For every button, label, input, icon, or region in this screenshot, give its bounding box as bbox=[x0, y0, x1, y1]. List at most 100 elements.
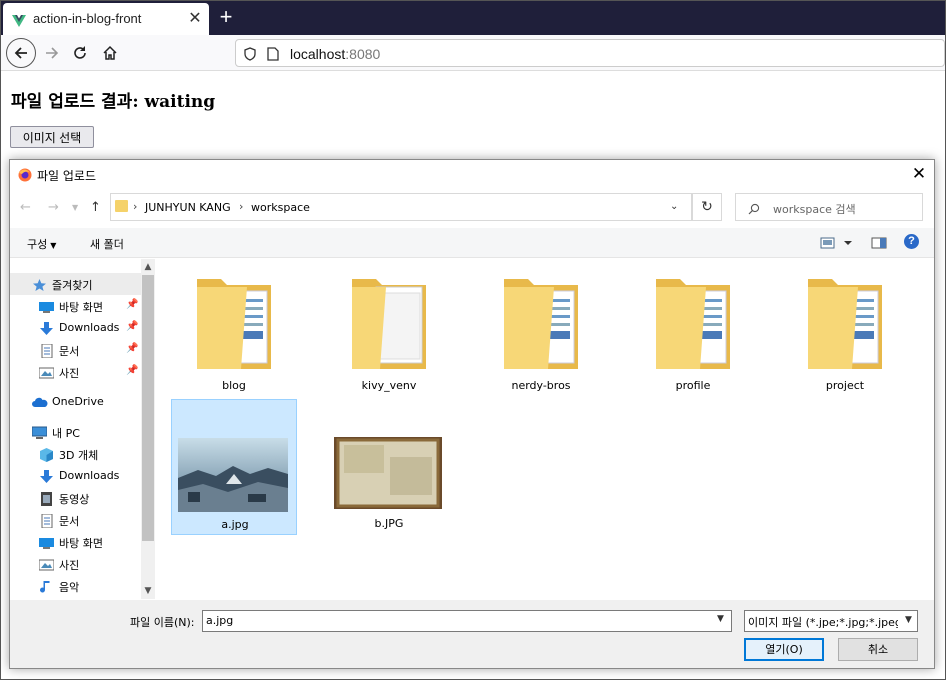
reload-button[interactable] bbox=[65, 38, 95, 68]
document-icon bbox=[39, 343, 54, 359]
search-box[interactable]: workspace 검색 bbox=[735, 193, 923, 221]
shield-icon[interactable] bbox=[244, 46, 256, 65]
folder-item-profile[interactable]: profile bbox=[630, 265, 756, 401]
tab-title: action-in-blog-front bbox=[33, 11, 142, 26]
dialog-title: 파일 업로드 bbox=[37, 169, 97, 183]
cube-icon bbox=[39, 447, 54, 462]
picture-icon bbox=[38, 365, 55, 379]
search-placeholder: workspace 검색 bbox=[773, 203, 856, 216]
nav-item-3d-objects[interactable]: 3D 개체 bbox=[10, 443, 141, 465]
folder-item-nerdy-bros[interactable]: nerdy-bros bbox=[478, 265, 604, 401]
nav-label: 음악 bbox=[59, 581, 80, 594]
recent-locations-icon[interactable]: ▼ bbox=[72, 203, 78, 212]
file-name: kivy_venv bbox=[361, 379, 417, 392]
chevron-down-icon[interactable]: ⌄ bbox=[670, 201, 678, 212]
nav-item-this-pc[interactable]: 내 PC bbox=[10, 421, 141, 443]
folder-icon bbox=[115, 200, 128, 212]
preview-pane-icon[interactable] bbox=[871, 235, 887, 254]
scroll-up-icon[interactable]: ▲ bbox=[141, 259, 155, 275]
scroll-down-icon[interactable]: ▼ bbox=[141, 583, 155, 599]
nav-label: 바탕 화면 bbox=[59, 537, 103, 550]
home-button[interactable] bbox=[95, 38, 125, 68]
folder-icon bbox=[350, 273, 430, 377]
nav-item-pictures[interactable]: 사진 📌 bbox=[10, 361, 141, 383]
nav-item-desktop-pc[interactable]: 바탕 화면 bbox=[10, 531, 141, 553]
nav-item-pictures-pc[interactable]: 사진 bbox=[10, 553, 141, 575]
url-text: localhost:8080 bbox=[290, 46, 381, 62]
file-item-a-jpg[interactable]: a.jpg bbox=[171, 399, 297, 535]
back-arrow-icon[interactable]: ← bbox=[20, 200, 31, 215]
view-options-icon[interactable] bbox=[820, 235, 854, 254]
nav-item-downloads-pc[interactable]: Downloads bbox=[10, 465, 141, 487]
scroll-thumb[interactable] bbox=[142, 275, 154, 541]
nav-item-music[interactable]: 음악 bbox=[10, 575, 141, 597]
dialog-close-icon[interactable]: ✕ bbox=[908, 163, 930, 185]
tab-close-icon[interactable]: ✕ bbox=[186, 9, 204, 27]
nav-item-videos[interactable]: 동영상 bbox=[10, 487, 141, 509]
file-name: a.jpg bbox=[221, 518, 249, 531]
nav-label: 문서 bbox=[59, 515, 80, 528]
new-tab-button[interactable]: + bbox=[213, 5, 239, 31]
picture-icon bbox=[38, 557, 55, 571]
folder-item-kivy-venv[interactable]: kivy_venv bbox=[326, 265, 452, 401]
file-item-b-jpg[interactable]: b.JPG bbox=[326, 399, 452, 535]
filename-label: 파일 이름(N): bbox=[130, 616, 195, 629]
filename-input[interactable]: a.jpg ▼ bbox=[202, 610, 732, 632]
browser-tab[interactable]: action-in-blog-front ✕ bbox=[3, 3, 209, 35]
download-icon bbox=[39, 321, 54, 335]
folder-icon bbox=[195, 273, 275, 377]
forward-button[interactable] bbox=[37, 38, 67, 68]
nav-label: OneDrive bbox=[52, 395, 104, 408]
url-bar[interactable]: localhost:8080 bbox=[235, 39, 945, 67]
music-icon bbox=[39, 579, 54, 593]
desktop-icon bbox=[39, 299, 54, 313]
organize-menu[interactable]: 구성 ▼ bbox=[27, 236, 56, 252]
help-icon[interactable]: ? bbox=[904, 234, 919, 249]
nav-label: 즐겨찾기 bbox=[52, 279, 93, 292]
dialog-titlebar: 파일 업로드 ✕ bbox=[10, 160, 934, 188]
tab-bar: action-in-blog-front ✕ + bbox=[1, 1, 945, 35]
nav-item-documents-pc[interactable]: 문서 bbox=[10, 509, 141, 531]
nav-item-quick-access[interactable]: 즐겨찾기 bbox=[10, 273, 141, 295]
breadcrumb-separator: › bbox=[239, 200, 244, 213]
nav-label: 사진 bbox=[59, 367, 80, 380]
select-image-button[interactable]: 이미지 선택 bbox=[10, 126, 94, 148]
nav-item-desktop[interactable]: 바탕 화면 📌 bbox=[10, 295, 141, 317]
image-thumbnail bbox=[334, 437, 442, 513]
folder-item-project[interactable]: project bbox=[782, 265, 908, 401]
nav-scrollbar[interactable]: ▲ ▼ bbox=[141, 259, 155, 599]
address-bar[interactable]: › JUNHYUN KANG › workspace ⌄ bbox=[110, 193, 692, 221]
nav-label: 3D 개체 bbox=[59, 449, 99, 462]
cancel-button[interactable]: 취소 bbox=[838, 638, 918, 661]
download-icon bbox=[39, 469, 54, 483]
breadcrumb-workspace[interactable]: workspace bbox=[251, 201, 310, 214]
chevron-down-icon[interactable]: ▼ bbox=[717, 614, 724, 624]
nav-label: 동영상 bbox=[59, 493, 90, 506]
search-icon bbox=[748, 200, 760, 219]
new-folder-button[interactable]: 새 폴더 bbox=[90, 236, 124, 252]
folder-item-blog[interactable]: blog bbox=[171, 265, 297, 401]
up-arrow-icon[interactable]: ↑ bbox=[90, 200, 101, 215]
file-type-select[interactable]: 이미지 파일 (*.jpe;*.jpg;*.jpeg;* ▼ bbox=[744, 610, 918, 632]
folder-icon bbox=[654, 273, 734, 377]
file-name: profile bbox=[675, 379, 711, 392]
pc-icon bbox=[31, 425, 48, 439]
nav-label: 바탕 화면 bbox=[59, 301, 103, 314]
star-icon bbox=[32, 277, 47, 291]
video-icon bbox=[39, 491, 54, 506]
folder-icon bbox=[502, 273, 582, 377]
pin-icon: 📌 bbox=[126, 299, 139, 310]
breadcrumb-user[interactable]: JUNHYUN KANG bbox=[145, 201, 231, 214]
chevron-down-icon[interactable]: ▼ bbox=[905, 615, 912, 625]
back-button[interactable] bbox=[6, 38, 36, 68]
nav-item-onedrive[interactable]: OneDrive bbox=[10, 391, 141, 413]
nav-label: 문서 bbox=[59, 345, 80, 358]
pin-icon: 📌 bbox=[126, 343, 139, 354]
open-button[interactable]: 열기(O) bbox=[744, 638, 824, 661]
dialog-footer: 파일 이름(N): a.jpg ▼ 이미지 파일 (*.jpe;*.jpg;*.… bbox=[10, 600, 934, 668]
refresh-button[interactable]: ↻ bbox=[692, 193, 722, 221]
nav-item-downloads[interactable]: Downloads 📌 bbox=[10, 317, 141, 339]
forward-arrow-icon[interactable]: → bbox=[48, 200, 59, 215]
page-info-icon[interactable] bbox=[267, 46, 279, 65]
nav-item-documents[interactable]: 문서 📌 bbox=[10, 339, 141, 361]
